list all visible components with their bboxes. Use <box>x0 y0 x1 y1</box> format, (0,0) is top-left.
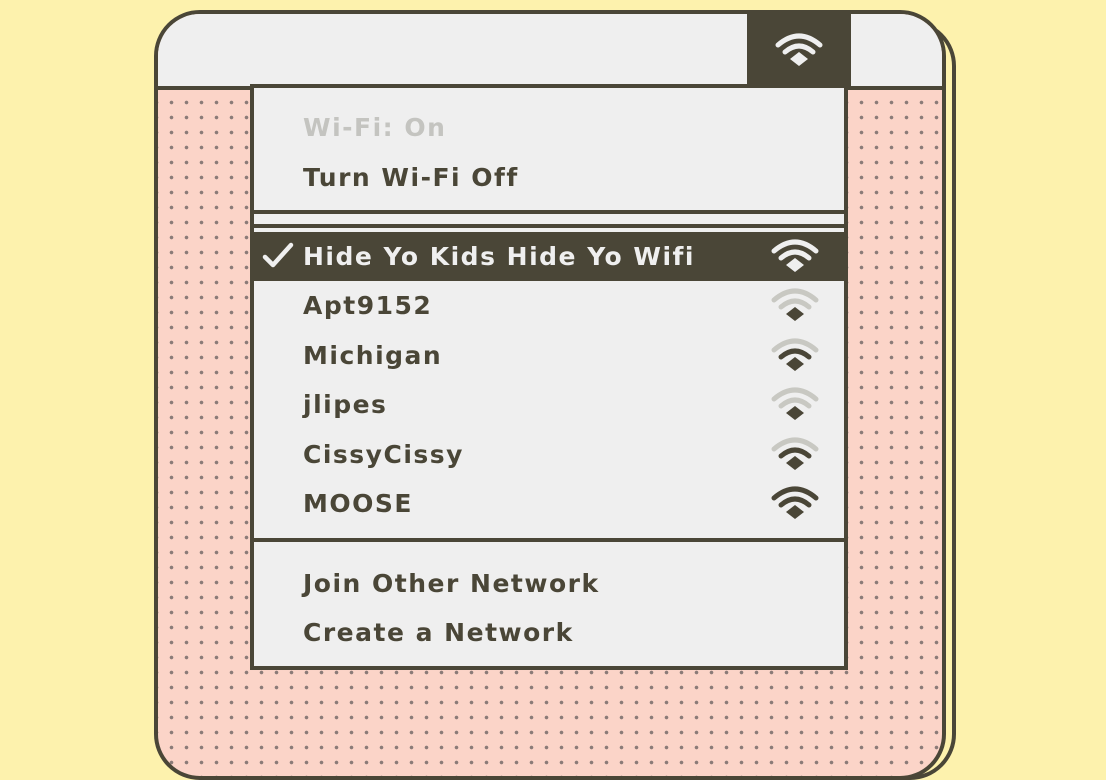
checkmark-icon <box>262 242 294 268</box>
network-item[interactable]: MOOSE <box>254 479 844 528</box>
wifi-signal-icon <box>771 387 819 421</box>
network-item[interactable]: Hide Yo Kids Hide Yo Wifi <box>254 232 844 281</box>
network-name: Hide Yo Kids Hide Yo Wifi <box>303 242 695 271</box>
wifi-dropdown-menu: Wi-Fi: On Turn Wi-Fi Off Hide Yo Kids Hi… <box>250 84 848 670</box>
network-name: Michigan <box>303 340 443 370</box>
wifi-signal-icon <box>771 288 819 322</box>
network-name: jlipes <box>303 390 388 420</box>
network-name: MOOSE <box>303 489 413 518</box>
network-item[interactable]: CissyCissy <box>254 430 844 479</box>
wifi-signal-icon <box>771 486 819 519</box>
wifi-signal-icon <box>771 239 819 272</box>
network-item[interactable]: jlipes <box>254 380 844 429</box>
network-name: CissyCissy <box>303 439 464 469</box>
create-network-item[interactable]: Create a Network <box>254 608 844 657</box>
network-item[interactable]: Apt9152 <box>254 281 844 330</box>
menu-separator <box>254 210 844 214</box>
wifi-signal-icon <box>771 437 819 470</box>
menubar-wifi-button[interactable] <box>747 14 851 86</box>
wifi-icon <box>775 33 823 66</box>
menu-bar <box>158 14 942 90</box>
wifi-signal-icon <box>771 338 819 371</box>
menu-separator <box>254 224 844 228</box>
network-name: Apt9152 <box>303 291 433 321</box>
wifi-status-label: Wi-Fi: On <box>303 113 447 142</box>
network-item[interactable]: Michigan <box>254 331 844 380</box>
menu-separator <box>254 538 844 542</box>
turn-wifi-off-item[interactable]: Turn Wi-Fi Off <box>254 153 844 202</box>
join-other-network-item[interactable]: Join Other Network <box>254 559 844 608</box>
